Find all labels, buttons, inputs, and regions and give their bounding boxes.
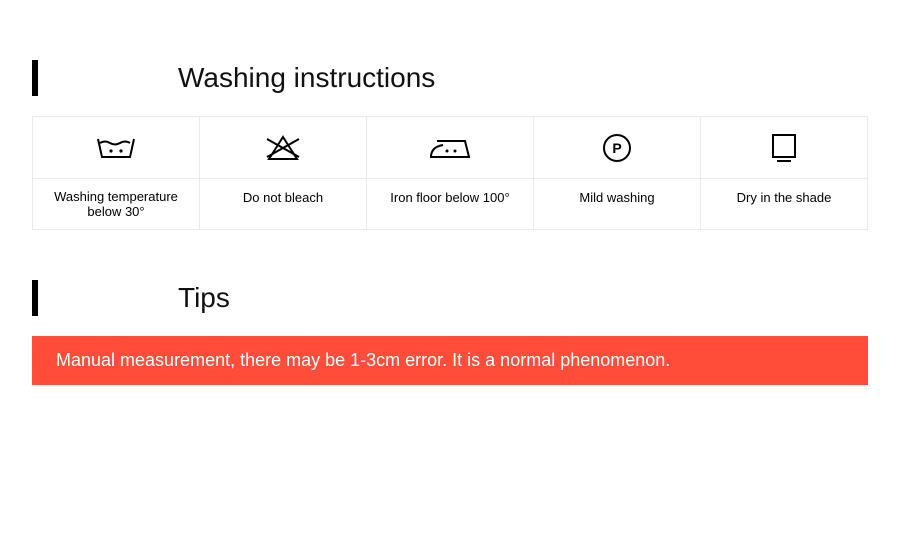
care-label: Washing temperature below 30° [33, 179, 199, 229]
washing-heading: Washing instructions [32, 60, 900, 96]
washing-title: Washing instructions [178, 62, 435, 94]
care-label: Mild washing [534, 179, 700, 215]
tips-heading: Tips [32, 280, 900, 316]
tips-title: Tips [178, 282, 230, 314]
care-cell-iron: Iron floor below 100° [367, 116, 534, 230]
care-cell-mild: P Mild washing [534, 116, 701, 230]
care-cell-bleach: Do not bleach [200, 116, 367, 230]
svg-text:P: P [612, 140, 621, 156]
care-cell-wash: Washing temperature below 30° [32, 116, 200, 230]
iron-100-icon [367, 117, 533, 179]
care-cell-shade: Dry in the shade [701, 116, 868, 230]
tips-banner: Manual measurement, there may be 1-3cm e… [32, 336, 868, 385]
mild-wash-icon: P [534, 117, 700, 179]
shade-dry-icon [701, 117, 867, 179]
care-label: Iron floor below 100° [367, 179, 533, 215]
heading-bar [32, 60, 38, 96]
heading-bar [32, 280, 38, 316]
wash-30-icon [33, 117, 199, 179]
care-table: Washing temperature below 30° Do not ble… [32, 116, 868, 230]
no-bleach-icon [200, 117, 366, 179]
care-label: Dry in the shade [701, 179, 867, 215]
care-label: Do not bleach [200, 179, 366, 215]
